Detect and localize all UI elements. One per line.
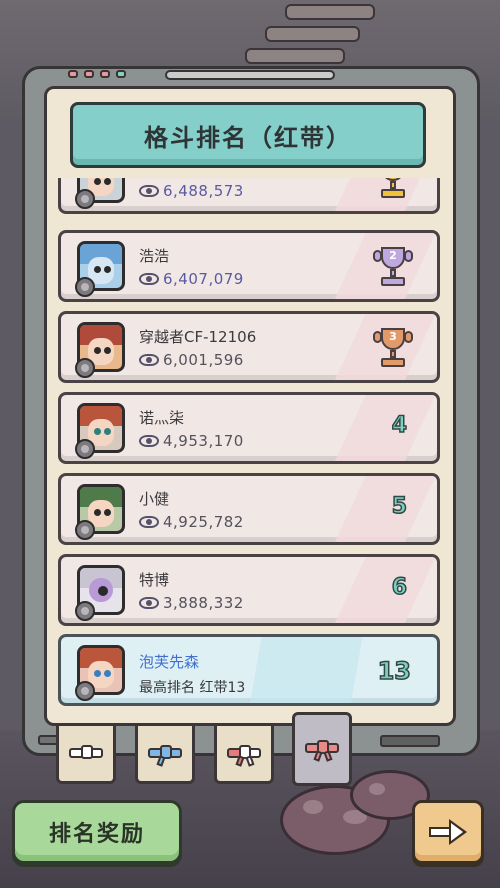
rank-number: 6 <box>391 574 408 601</box>
views-eye-icon <box>139 354 159 366</box>
microphone-icon <box>75 520 95 540</box>
frame-light <box>84 70 94 78</box>
my-rank-number: 13 <box>377 656 412 686</box>
silver-trophy-icon: 2 <box>373 245 413 289</box>
white-belt-icon <box>69 742 103 766</box>
ranking-row[interactable]: 小健 4,925,782 5 <box>58 473 440 545</box>
right-arrow-icon <box>429 819 467 845</box>
frame-slot <box>165 70 335 80</box>
gold-trophy-icon <box>373 178 413 201</box>
views-eye-icon <box>139 185 159 197</box>
my-best-rank: 最高排名 红带13 <box>139 680 246 696</box>
microphone-icon <box>75 681 95 701</box>
background-step <box>245 48 345 64</box>
views-eye-icon <box>139 516 159 528</box>
microphone-icon <box>75 189 95 209</box>
page-title: 格斗排名（红带） <box>144 123 352 152</box>
player-name: 小健 <box>139 490 170 508</box>
rank-number: 5 <box>391 493 408 520</box>
blue-belt-icon <box>148 742 182 767</box>
player-views: 6,407,079 <box>163 270 244 288</box>
frame-vent <box>380 735 440 747</box>
microphone-icon <box>75 601 95 621</box>
player-views: 4,953,170 <box>163 432 244 450</box>
rank-number: 4 <box>391 412 408 439</box>
ranking-row[interactable]: 穿越者CF-12106 6,001,596 3 <box>58 311 440 383</box>
player-name: 诺灬柒 <box>139 409 185 427</box>
ranking-reward-label: 排名奖励 <box>48 822 145 847</box>
ranking-reward-button[interactable]: 排名奖励 <box>12 800 182 864</box>
views-eye-icon <box>139 273 159 285</box>
ranking-list[interactable]: 6,488,573 浩浩 6,407,079 2 穿越者CF-12106 6,0… <box>58 178 442 638</box>
microphone-icon <box>75 277 95 297</box>
microphone-icon <box>75 358 95 378</box>
player-views: 4,925,782 <box>163 513 244 531</box>
bronze-trophy-icon: 3 <box>373 326 413 370</box>
title-banner: 格斗排名（红带） <box>70 102 426 168</box>
red-white-belt-icon <box>227 742 261 767</box>
ranking-row[interactable]: 6,488,573 <box>58 178 440 214</box>
red-belt-icon <box>305 737 339 762</box>
frame-light <box>68 70 78 78</box>
ranking-row[interactable]: 诺灬柒 4,953,170 4 <box>58 392 440 464</box>
tab-red-white-belt[interactable] <box>214 726 274 784</box>
microphone-icon <box>75 439 95 459</box>
tab-red-belt[interactable] <box>292 712 352 786</box>
views-eye-icon <box>139 435 159 447</box>
player-views: 3,888,332 <box>163 594 244 612</box>
my-ranking-row[interactable]: 泡芙先森 最高排名 红带13 13 <box>58 634 440 706</box>
player-views: 6,488,573 <box>163 182 244 200</box>
trophy-number: 3 <box>389 330 397 343</box>
frame-light <box>116 70 126 78</box>
frame-light <box>100 70 110 78</box>
player-name: 浩浩 <box>139 247 170 265</box>
player-views: 6,001,596 <box>163 351 244 369</box>
my-player-name: 泡芙先森 <box>139 653 200 671</box>
background-step <box>285 4 375 20</box>
background-step <box>265 26 360 42</box>
views-eye-icon <box>139 597 159 609</box>
ranking-row[interactable]: 浩浩 6,407,079 2 <box>58 230 440 302</box>
player-name: 特博 <box>139 571 170 589</box>
next-button[interactable] <box>412 800 484 864</box>
trophy-number: 2 <box>389 249 397 262</box>
tab-blue-belt[interactable] <box>135 726 195 784</box>
player-name: 穿越者CF-12106 <box>139 328 257 346</box>
tab-white-belt[interactable] <box>56 726 116 784</box>
ranking-row[interactable]: 特博 3,888,332 6 <box>58 554 440 626</box>
